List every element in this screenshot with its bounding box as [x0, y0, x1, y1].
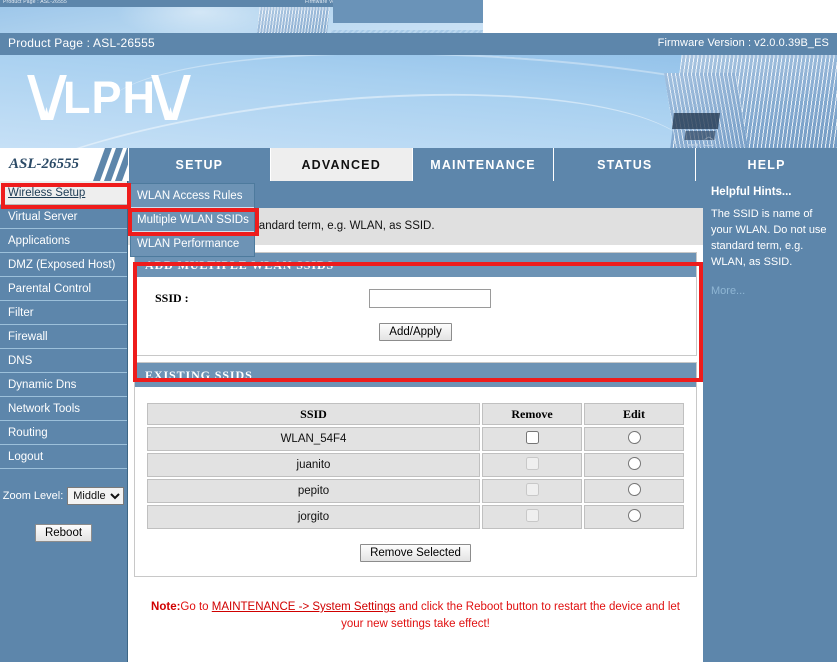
sidebar-item-wireless-setup[interactable]: Wireless Setup [0, 181, 127, 205]
ssid-field-label: SSID : [155, 291, 189, 305]
tab-status[interactable]: STATUS [553, 148, 696, 181]
sidebar-item-dynamic-dns[interactable]: Dynamic Dns [0, 373, 127, 397]
main-tab-bar: ASL-26555 SETUP ADVANCED MAINTENANCE STA… [0, 148, 837, 181]
sidebar-item-applications[interactable]: Applications [0, 229, 127, 253]
footer-note: Note:Go to MAINTENANCE -> System Setting… [128, 599, 703, 632]
ssid-cell: pepito [147, 479, 480, 503]
add-ssid-panel-body: SSID : Add/Apply [135, 277, 696, 355]
product-info-bar: Product Page : ASL-26555 Firmware Versio… [0, 33, 837, 55]
edit-cell [584, 479, 684, 503]
sidebar-item-dmz[interactable]: DMZ (Exposed Host) [0, 253, 127, 277]
router-admin-page: Product Page : ASL-26555 Firmware Versio… [0, 0, 837, 662]
remove-cell [482, 427, 582, 451]
brand-banner: ⟶ ⟶ → ☖ LPH [0, 55, 837, 148]
helpful-hints-panel: Helpful Hints... The SSID is name of you… [703, 181, 837, 662]
zoom-level-select[interactable]: Middle [67, 487, 125, 505]
sidebar-item-dns[interactable]: DNS [0, 349, 127, 373]
ssid-cell: juanito [147, 453, 480, 477]
alpha-logo: LPH [32, 75, 187, 120]
ssid-table-header-row: SSID Remove Edit [147, 403, 684, 425]
note-prefix: Note: [151, 601, 181, 613]
edit-cell [584, 427, 684, 451]
ssid-form-row: SSID : [147, 289, 684, 308]
ssid-cell: WLAN_54F4 [147, 427, 480, 451]
ghost-arrow-icon: → [688, 138, 699, 148]
submenu-item-wlan-performance[interactable]: WLAN Performance [131, 232, 254, 256]
sidebar-item-firewall[interactable]: Firewall [0, 325, 127, 349]
remove-cell [482, 453, 582, 477]
note-before-link: Go to [180, 601, 212, 613]
edit-cell [584, 453, 684, 477]
zoom-level-label: Zoom Level: [2, 490, 64, 502]
edit-radio[interactable] [627, 431, 641, 444]
firmware-version-label: Firmware Version : v2.0.0.39B_ES [657, 37, 829, 49]
edit-cell [584, 505, 684, 529]
existing-ssids-panel: EXISTING SSIDS SSID Remove Edit WLAN_54F… [134, 362, 697, 577]
sidebar-item-parental-control[interactable]: Parental Control [0, 277, 127, 301]
maintenance-system-settings-link[interactable]: MAINTENANCE -> System Settings [212, 601, 396, 613]
remove-cell [482, 505, 582, 529]
ghost-lock-icon: ☖ [703, 135, 715, 148]
ssid-input[interactable] [369, 289, 491, 308]
reboot-button-wrapper: Reboot [0, 523, 127, 542]
ghost-product-page-text: Product Page : ASL-26555 [3, 0, 68, 5]
model-number-label: ASL-26555 [9, 156, 80, 172]
edit-radio[interactable] [627, 483, 641, 496]
submenu-item-wlan-access-rules[interactable]: WLAN Access Rules [131, 184, 254, 208]
reboot-button[interactable]: Reboot [34, 524, 93, 542]
sidebar-item-network-tools[interactable]: Network Tools [0, 397, 127, 421]
remove-checkbox[interactable] [525, 483, 539, 496]
column-header-edit: Edit [584, 403, 684, 425]
table-row: jorgito [147, 505, 684, 529]
tab-help[interactable]: HELP [695, 148, 837, 181]
column-header-ssid: SSID [147, 403, 480, 425]
skyscraper-shadow-band [672, 113, 720, 129]
edit-radio[interactable] [627, 509, 641, 522]
add-apply-row: Add/Apply [147, 322, 684, 341]
sidebar-item-virtual-server[interactable]: Virtual Server [0, 205, 127, 229]
left-sidebar: Wireless Setup Virtual Server Applicatio… [0, 181, 128, 662]
model-badge: ASL-26555 [0, 148, 128, 181]
table-row: juanito [147, 453, 684, 477]
sidebar-item-filter[interactable]: Filter [0, 301, 127, 325]
zoom-level-control: Zoom Level: Middle [0, 487, 127, 505]
ssid-table-body: WLAN_54F4 juanito pepito jorgito [147, 427, 684, 529]
edit-radio[interactable] [627, 457, 641, 470]
logo-letter-a-second [156, 75, 186, 120]
logo-middle-letters: LPH [63, 72, 156, 123]
tab-maintenance[interactable]: MAINTENANCE [411, 148, 554, 181]
ssid-cell: jorgito [147, 505, 480, 529]
add-ssid-panel: ADD MULTIPLE WLAN SSIDS SSID : Add/Apply [134, 252, 697, 356]
logo-letter-a-first [32, 75, 62, 120]
helpful-hints-body: The SSID is name of your WLAN. Do not us… [711, 208, 827, 268]
remove-checkbox[interactable] [525, 509, 539, 522]
helpful-hints-more-link[interactable]: More... [711, 285, 829, 297]
submenu-item-multiple-wlan-ssids[interactable]: Multiple WLAN SSIDs [131, 208, 254, 232]
column-header-remove: Remove [482, 403, 582, 425]
table-row: WLAN_54F4 [147, 427, 684, 451]
tab-advanced[interactable]: ADVANCED [269, 148, 412, 181]
remove-checkbox[interactable] [525, 457, 539, 470]
remove-selected-row: Remove Selected [145, 531, 686, 572]
ssid-table-head: SSID Remove Edit [147, 403, 684, 425]
product-page-label: Product Page : ASL-26555 [8, 36, 155, 50]
existing-ssids-body: SSID Remove Edit WLAN_54F4 juanito pepit… [135, 387, 696, 576]
add-apply-button[interactable]: Add/Apply [379, 323, 452, 341]
remove-checkbox[interactable] [525, 431, 539, 444]
sidebar-item-logout[interactable]: Logout [0, 445, 127, 469]
table-row: pepito [147, 479, 684, 503]
wireless-setup-submenu: WLAN Access Rules Multiple WLAN SSIDs WL… [130, 183, 255, 257]
existing-ssids-heading: EXISTING SSIDS [135, 363, 696, 387]
remove-cell [482, 479, 582, 503]
sidebar-item-routing[interactable]: Routing [0, 421, 127, 445]
tab-setup[interactable]: SETUP [128, 148, 270, 181]
ghost-banner-right-fill [333, 0, 483, 23]
helpful-hints-title: Helpful Hints... [711, 186, 792, 198]
remove-selected-button[interactable]: Remove Selected [360, 544, 471, 562]
ssid-table: SSID Remove Edit WLAN_54F4 juanito pepit… [145, 401, 686, 531]
